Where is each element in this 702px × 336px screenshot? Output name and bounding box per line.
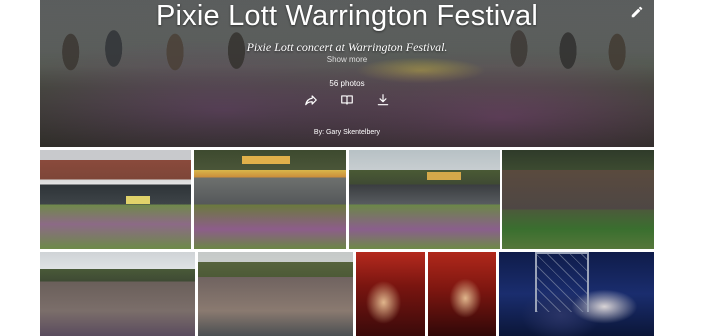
photo-thumbnail[interactable] <box>194 150 346 249</box>
open-book-icon[interactable] <box>340 93 354 107</box>
show-more-link[interactable]: Show more <box>40 55 654 64</box>
pencil-icon[interactable] <box>630 5 644 19</box>
album-cover: Pixie Lott Warrington Festival Pixie Lot… <box>40 0 654 147</box>
download-icon[interactable] <box>376 93 390 107</box>
photo-thumbnail[interactable] <box>428 252 496 336</box>
stage-truss <box>535 252 589 312</box>
stage-banner <box>427 172 461 180</box>
photo-thumbnail[interactable] <box>40 150 191 249</box>
stage-banner <box>126 196 150 204</box>
album-actions <box>40 93 654 107</box>
share-arrow-icon[interactable] <box>304 93 318 107</box>
photo-thumbnail[interactable] <box>198 252 353 336</box>
photo-thumbnail[interactable] <box>356 252 425 336</box>
photo-count: 56 photos <box>329 79 365 88</box>
photo-thumbnail[interactable] <box>40 252 195 336</box>
album-author: By: Gary Skentelbery <box>313 129 381 136</box>
stage-banner <box>242 156 290 164</box>
photo-thumbnail[interactable] <box>499 252 654 336</box>
photo-thumbnail[interactable] <box>349 150 500 249</box>
album-title: Pixie Lott Warrington Festival <box>155 0 539 32</box>
album-description: Pixie Lott concert at Warrington Festiva… <box>246 40 448 54</box>
photo-thumbnail[interactable] <box>502 150 654 249</box>
